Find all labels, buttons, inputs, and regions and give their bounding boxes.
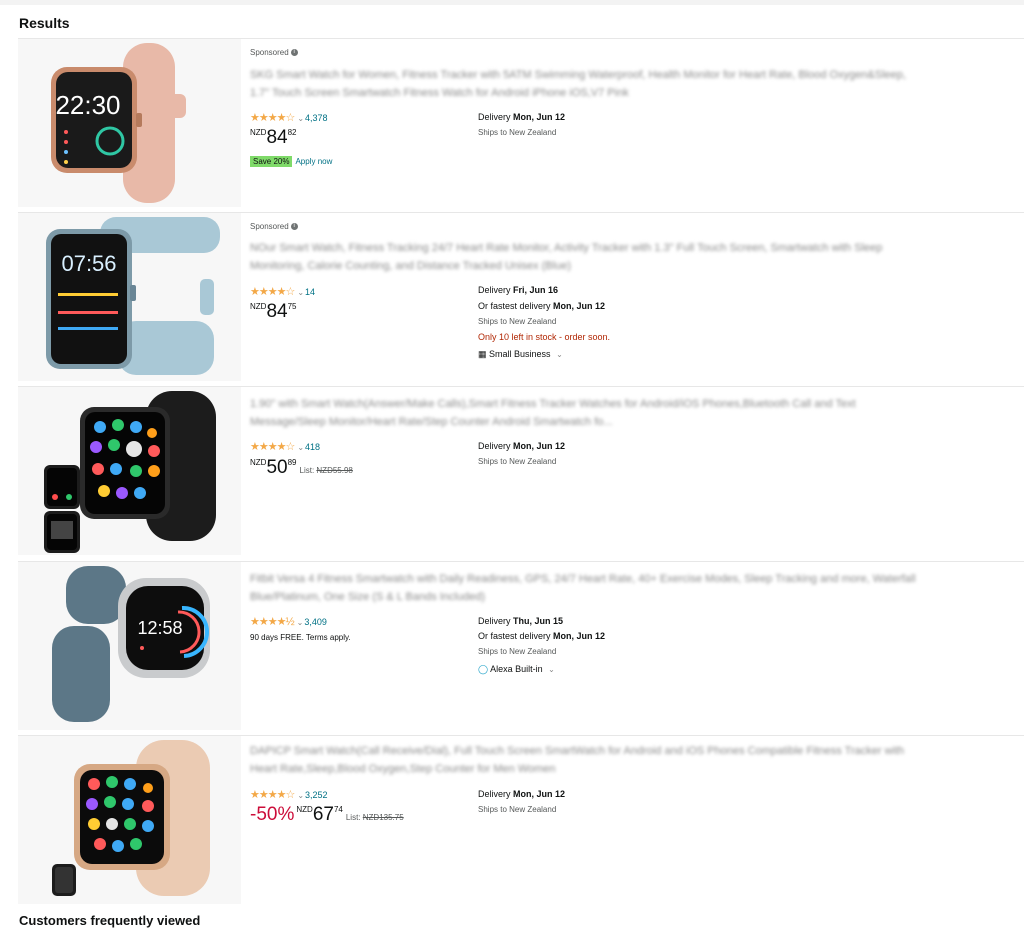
rating-count[interactable]: 418: [305, 442, 320, 452]
price[interactable]: NZD5089List: NZD55.98: [250, 457, 353, 479]
sponsored-label[interactable]: Sponsored i: [250, 48, 298, 57]
price[interactable]: NZD8482: [250, 127, 297, 149]
product-info: 1.90" with Smart Watch(Answer/Make Calls…: [250, 387, 1024, 555]
product-card[interactable]: 1.90" with Smart Watch(Answer/Make Calls…: [18, 386, 1024, 555]
fastest-delivery-info: Or fastest delivery Mon, Jun 12: [478, 631, 606, 641]
delivery-info: Delivery Mon, Jun 12: [478, 789, 566, 799]
list-price: List: NZD135.75: [345, 813, 404, 822]
small-business-badge[interactable]: ▦ Small Business ⌄: [478, 349, 564, 360]
product-title[interactable]: 1.90" with Smart Watch(Answer/Make Calls…: [250, 395, 920, 431]
svg-text:22:30: 22:30: [55, 90, 120, 120]
coupon-row: Save 20% Apply now: [250, 156, 332, 167]
star-rating-icon[interactable]: ★★★★☆: [250, 441, 295, 453]
product-title[interactable]: Fitbit Versa 4 Fitness Smartwatch with D…: [250, 570, 920, 606]
fastest-delivery-info: Or fastest delivery Mon, Jun 12: [478, 301, 606, 311]
smartwatch-image: 22:30: [51, 43, 186, 203]
smartwatch-image: 12:58: [52, 566, 210, 722]
stock-warning: Only 10 left in stock - order soon.: [478, 332, 611, 342]
info-icon[interactable]: i: [290, 49, 298, 57]
product-info: Sponsored i NOur Smart Watch, Fitness Tra…: [250, 213, 1024, 381]
svg-text:12:58: 12:58: [137, 618, 182, 638]
ships-to: Ships to New Zealand: [478, 457, 557, 466]
star-rating-icon[interactable]: ★★★★½: [250, 616, 295, 628]
delivery-info: Delivery Fri, Jun 16: [478, 285, 559, 295]
rating-row[interactable]: ★★★★☆ ⌄14: [250, 285, 315, 298]
smartwatch-image: [52, 740, 210, 896]
alexa-icon: ◯: [478, 664, 489, 674]
product-info: Fitbit Versa 4 Fitness Smartwatch with D…: [250, 562, 1024, 730]
discount-percent: -50%: [250, 804, 295, 825]
rating-row[interactable]: ★★★★☆ ⌄3,252: [250, 788, 328, 801]
product-title[interactable]: SKG Smart Watch for Women, Fitness Track…: [250, 66, 920, 102]
store-icon: ▦: [478, 349, 487, 359]
apply-coupon-link[interactable]: Apply now: [295, 157, 332, 166]
results-heading: Results: [19, 15, 70, 31]
product-image[interactable]: 12:58: [18, 562, 241, 730]
delivery-info: Delivery Thu, Jun 15: [478, 616, 564, 626]
rating-count[interactable]: 14: [305, 287, 315, 297]
svg-text:07:56: 07:56: [61, 251, 116, 276]
chevron-down-icon[interactable]: ⌄: [548, 665, 555, 674]
ships-to: Ships to New Zealand: [478, 647, 557, 656]
product-image[interactable]: [18, 387, 241, 555]
chevron-down-icon[interactable]: ⌄: [297, 791, 304, 800]
rating-count[interactable]: 3,409: [304, 617, 327, 627]
alexa-badge[interactable]: ◯ Alexa Built-in ⌄: [478, 664, 556, 675]
product-image[interactable]: [18, 736, 241, 904]
smartwatch-image: 07:56: [46, 217, 220, 375]
product-card[interactable]: 12:58 Fitbit Versa 4 Fitness Smartwatch …: [18, 561, 1024, 730]
product-card[interactable]: DAPICP Smart Watch(Call Receive/Dial), F…: [18, 735, 1024, 904]
star-rating-icon[interactable]: ★★★★☆: [250, 112, 295, 124]
rating-row[interactable]: ★★★★☆ ⌄4,378: [250, 111, 328, 124]
product-card[interactable]: 22:30 Sponsored i SKG Smart Watch for Wom…: [18, 38, 1024, 207]
ships-to: Ships to New Zealand: [478, 805, 557, 814]
chevron-down-icon[interactable]: ⌄: [297, 288, 304, 297]
product-title[interactable]: NOur Smart Watch, Fitness Tracking 24/7 …: [250, 239, 920, 275]
rating-row[interactable]: ★★★★½ ⌄3,409: [250, 615, 327, 628]
product-card[interactable]: 07:56 Sponsored i NOur Smart Watch, Fitne…: [18, 212, 1024, 381]
product-image[interactable]: 22:30: [18, 39, 241, 207]
save-badge: Save 20%: [250, 156, 293, 167]
price[interactable]: NZD8475: [250, 301, 297, 323]
star-rating-icon[interactable]: ★★★★☆: [250, 286, 295, 298]
sponsored-label[interactable]: Sponsored i: [250, 222, 298, 231]
chevron-down-icon[interactable]: ⌄: [297, 443, 304, 452]
promo-note: 90 days FREE. Terms apply.: [250, 633, 351, 642]
chevron-down-icon[interactable]: ⌄: [297, 114, 304, 123]
list-price: List: NZD55.98: [299, 466, 353, 475]
delivery-info: Delivery Mon, Jun 12: [478, 112, 566, 122]
rating-row[interactable]: ★★★★☆ ⌄418: [250, 440, 320, 453]
price[interactable]: -50% NZD6774List: NZD135.75: [250, 804, 404, 826]
smartwatch-image: [44, 391, 216, 553]
info-icon[interactable]: i: [290, 223, 298, 231]
product-image[interactable]: 07:56: [18, 213, 241, 381]
rating-count[interactable]: 4,378: [305, 113, 328, 123]
top-border: [0, 0, 1024, 5]
product-title[interactable]: DAPICP Smart Watch(Call Receive/Dial), F…: [250, 742, 920, 778]
chevron-down-icon[interactable]: ⌄: [297, 618, 304, 627]
product-info: Sponsored i SKG Smart Watch for Women, Fi…: [250, 39, 1024, 207]
chevron-down-icon[interactable]: ⌄: [556, 350, 563, 359]
delivery-info: Delivery Mon, Jun 12: [478, 441, 566, 451]
product-info: DAPICP Smart Watch(Call Receive/Dial), F…: [250, 736, 1024, 904]
ships-to: Ships to New Zealand: [478, 128, 557, 137]
rating-count[interactable]: 3,252: [305, 790, 328, 800]
star-rating-icon[interactable]: ★★★★☆: [250, 789, 295, 801]
ships-to: Ships to New Zealand: [478, 317, 557, 326]
